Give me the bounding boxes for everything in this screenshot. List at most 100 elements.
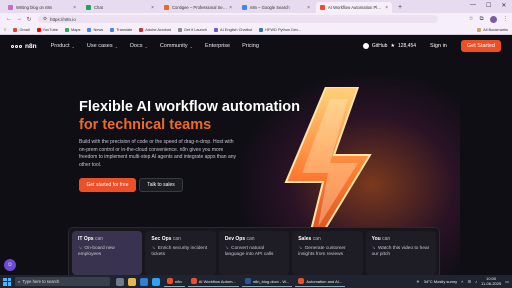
tab-close-icon[interactable]: × bbox=[151, 5, 154, 11]
browser-tab[interactable]: Contigee – Professional Service × bbox=[160, 2, 236, 13]
mail-icon[interactable] bbox=[140, 277, 148, 286]
maximize-icon[interactable]: ☐ bbox=[486, 2, 491, 9]
tab-close-icon[interactable]: × bbox=[385, 5, 388, 11]
menu-icon[interactable]: ⋮ bbox=[503, 16, 509, 22]
arrow-icon: ↘ bbox=[371, 246, 377, 251]
chevron-down-icon: ⌄ bbox=[114, 43, 118, 49]
notification-icon[interactable]: ▭ bbox=[505, 279, 509, 284]
card-description: ↘ Convert natural language into API call… bbox=[224, 246, 274, 257]
use-case-card[interactable]: Dev Ops can ↘ Convert natural language in… bbox=[218, 231, 290, 275]
use-case-card[interactable]: You can ↘ Watch this video to hear our pi… bbox=[365, 231, 437, 275]
extensions-icon[interactable]: ⧉ bbox=[480, 16, 484, 23]
tab-close-icon[interactable]: × bbox=[229, 5, 232, 11]
sign-in-link[interactable]: Sign in bbox=[430, 43, 447, 49]
arrow-icon: ↘ bbox=[151, 246, 157, 251]
use-case-cards: IT Ops can ↘ On-board new employees Sec Op… bbox=[68, 227, 440, 275]
use-case-card[interactable]: IT Ops can ↘ On-board new employees bbox=[72, 231, 143, 275]
n8n-logo-icon bbox=[11, 44, 22, 48]
card-title: IT Ops can bbox=[78, 236, 104, 242]
task-view-icon[interactable] bbox=[116, 277, 124, 286]
tray-chevron-icon[interactable]: ˄ bbox=[461, 279, 463, 284]
url-input[interactable]: ⚙ https://n8n.io bbox=[38, 15, 438, 23]
bookmark-favicon-icon bbox=[177, 27, 182, 32]
use-case-card[interactable]: Sec Ops can ↘ Enrich security incident ti… bbox=[145, 231, 216, 275]
profile-avatar[interactable] bbox=[489, 15, 497, 23]
use-case-card[interactable]: Sales can ↘ Generate customer insights fr… bbox=[292, 231, 363, 275]
bookmark-item[interactable]: AI English Chatbot bbox=[213, 27, 252, 32]
taskbar-app[interactable]: Automation and AI... bbox=[295, 277, 346, 287]
tab-close-icon[interactable]: × bbox=[307, 5, 310, 11]
edge-icon[interactable] bbox=[152, 277, 160, 286]
reload-icon[interactable]: ↻ bbox=[24, 16, 34, 23]
card-description: ↘ Generate customer insights from review… bbox=[298, 246, 346, 257]
tab-label: Contigee – Professional Service bbox=[172, 5, 228, 10]
card-description: ↘ Enrich security incident tickets bbox=[151, 246, 208, 257]
folder-icon bbox=[477, 27, 482, 32]
bookmark-favicon-icon bbox=[36, 27, 41, 32]
all-bookmarks[interactable]: All Bookmarks bbox=[477, 27, 508, 32]
github-stars-link[interactable]: GitHub ★ 128,454 bbox=[362, 43, 416, 49]
n8n-logo[interactable]: n8n bbox=[11, 43, 37, 50]
minimize-icon[interactable]: — bbox=[470, 2, 476, 9]
close-window-icon[interactable]: ✕ bbox=[501, 2, 506, 9]
bookmark-favicon-icon bbox=[87, 27, 92, 32]
nav-link-pricing[interactable]: Pricing bbox=[242, 43, 259, 49]
bookmark-item[interactable]: Adobe Acrobat bbox=[139, 27, 171, 32]
get-started-free-button[interactable]: Get started for free bbox=[79, 178, 136, 192]
new-tab-button[interactable]: + bbox=[394, 2, 406, 13]
browser-tab[interactable]: AI Workflow Automation Platfo × bbox=[316, 2, 392, 13]
system-clock[interactable]: 10:00 11-06-2025 bbox=[481, 276, 501, 287]
taskbar-search-input[interactable]: ⌕ Type here to search bbox=[15, 277, 110, 286]
site-navbar: n8n Product ⌄ Use cases ⌄ Docs ⌄ Community ⌄ Ent… bbox=[0, 35, 512, 57]
bookmark-star-icon[interactable]: ☆ bbox=[469, 16, 474, 22]
bookmark-item[interactable]: News bbox=[87, 27, 103, 32]
windows-taskbar: ⌕ Type here to search n8n AI Workflow Aut… bbox=[0, 275, 512, 288]
tab-favicon-icon bbox=[86, 5, 91, 10]
browser-tab[interactable]: Writing blog on n8n × bbox=[4, 2, 80, 13]
talk-to-sales-button[interactable]: Talk to sales bbox=[139, 178, 183, 192]
back-icon[interactable]: ← bbox=[4, 16, 14, 22]
forward-icon[interactable]: → bbox=[14, 16, 24, 22]
hero-description: Build with the precision of code or the … bbox=[79, 139, 237, 168]
tab-favicon-icon bbox=[164, 5, 169, 10]
tab-close-icon[interactable]: × bbox=[73, 5, 76, 11]
file-explorer-icon[interactable] bbox=[128, 277, 136, 286]
browser-tab[interactable]: n8n – Google Search × bbox=[238, 2, 314, 13]
chevron-down-icon: ⌄ bbox=[189, 43, 193, 49]
network-icon[interactable]: ☰ bbox=[467, 279, 471, 284]
bookmark-item[interactable]: Translate bbox=[110, 27, 132, 32]
chat-icon: ☺ bbox=[6, 262, 14, 268]
taskbar-app[interactable]: n8n bbox=[164, 277, 185, 287]
github-icon bbox=[362, 43, 369, 49]
get-started-button[interactable]: Get Started bbox=[460, 40, 501, 52]
tab-label: Writing blog on n8n bbox=[16, 5, 53, 10]
nav-link-community[interactable]: Community ⌄ bbox=[160, 43, 193, 49]
taskbar-app[interactable]: AI Workflow Autom... bbox=[187, 277, 239, 287]
search-icon: ⌕ bbox=[18, 279, 21, 284]
nav-link-product[interactable]: Product ⌄ bbox=[51, 43, 75, 49]
nav-link-docs[interactable]: Docs ⌄ bbox=[130, 43, 148, 49]
nav-link-enterprise[interactable]: Enterprise bbox=[205, 43, 230, 49]
bookmark-item[interactable]: HFWD Python Dev... bbox=[259, 27, 301, 32]
chevron-down-icon: ⌄ bbox=[71, 43, 75, 49]
bookmark-item[interactable]: Get it Launch bbox=[177, 27, 207, 32]
browser-tab[interactable]: Chat × bbox=[82, 2, 158, 13]
bookmark-item[interactable]: YouTube bbox=[36, 27, 58, 32]
bookmark-item[interactable]: Gmail bbox=[13, 27, 30, 32]
taskbar-app[interactable]: n8n_blog.docx - W... bbox=[241, 277, 293, 287]
nav-link-use-cases[interactable]: Use cases ⌄ bbox=[87, 43, 118, 49]
address-bar: ← → ↻ ⚙ https://n8n.io ☆ ⧉ ⋮ bbox=[0, 13, 512, 25]
bookmark-favicon-icon bbox=[13, 27, 18, 32]
site-info-icon[interactable]: ⚙ bbox=[43, 16, 47, 22]
app-icon bbox=[190, 278, 197, 284]
weather-text[interactable]: 34°C Mostly sunny bbox=[424, 279, 457, 284]
volume-icon[interactable]: ♪ bbox=[475, 279, 477, 284]
chat-assistant-button[interactable]: ☺ bbox=[4, 259, 16, 271]
bookmark-favicon-icon bbox=[139, 27, 144, 32]
windows-start-icon[interactable] bbox=[3, 277, 11, 286]
apps-grid-icon[interactable]: ⁝⁝ bbox=[4, 27, 6, 32]
bookmarks-bar: ⁝⁝ Gmail YouTube Maps News Translate Adobe Ac… bbox=[0, 25, 512, 35]
bookmark-item[interactable]: Maps bbox=[64, 27, 80, 32]
hero-title: Flexible AI workflow automation for tech… bbox=[79, 98, 300, 134]
url-text: https://n8n.io bbox=[50, 16, 76, 22]
